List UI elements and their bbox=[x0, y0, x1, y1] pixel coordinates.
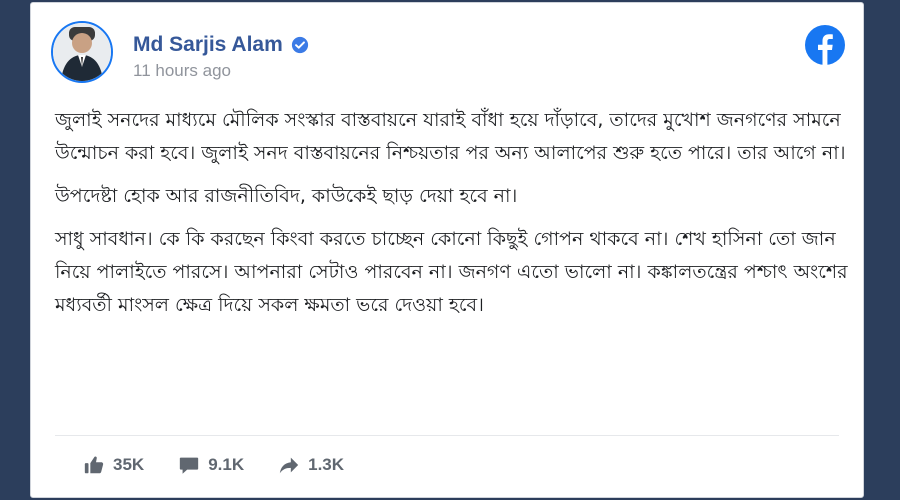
post-card: Md Sarjis Alam 11 hours ago জুলাই সনদের … bbox=[30, 2, 864, 498]
post-body: জুলাই সনদের মাধ্যমে মৌলিক সংস্কার বাস্তব… bbox=[55, 104, 855, 332]
post-paragraph: জুলাই সনদের মাধ্যমে মৌলিক সংস্কার বাস্তব… bbox=[55, 109, 846, 164]
like-count: 35K bbox=[113, 455, 145, 474]
post-timestamp[interactable]: 11 hours ago bbox=[133, 61, 231, 81]
share-count: 1.3K bbox=[308, 455, 345, 474]
author-name[interactable]: Md Sarjis Alam bbox=[133, 33, 283, 57]
comment-count: 9.1K bbox=[208, 455, 245, 474]
like-reaction[interactable]: 35K bbox=[83, 454, 144, 476]
post-paragraph: সাধু সাবধান। কে কি করছেন কিংবা করতে চাচ্… bbox=[55, 228, 848, 316]
share-arrow-icon bbox=[279, 457, 299, 474]
comment-icon bbox=[180, 457, 199, 474]
post-header: Md Sarjis Alam 11 hours ago bbox=[51, 21, 845, 91]
profile-photo-icon bbox=[53, 23, 111, 81]
share-reaction[interactable]: 1.3K bbox=[278, 454, 344, 476]
comment-reaction[interactable]: 9.1K bbox=[178, 454, 244, 476]
verified-badge-icon bbox=[291, 36, 308, 54]
post-paragraph: উপদেষ্টা হোক আর রাজনীতিবিদ, কাউকেই ছাড় … bbox=[55, 185, 518, 207]
avatar[interactable] bbox=[51, 21, 113, 83]
divider bbox=[55, 435, 839, 436]
reaction-bar: 35K 9.1K 1.3K bbox=[83, 451, 378, 479]
thumbs-up-icon bbox=[84, 456, 104, 474]
author-line: Md Sarjis Alam bbox=[133, 31, 309, 59]
facebook-logo-icon bbox=[805, 25, 845, 65]
